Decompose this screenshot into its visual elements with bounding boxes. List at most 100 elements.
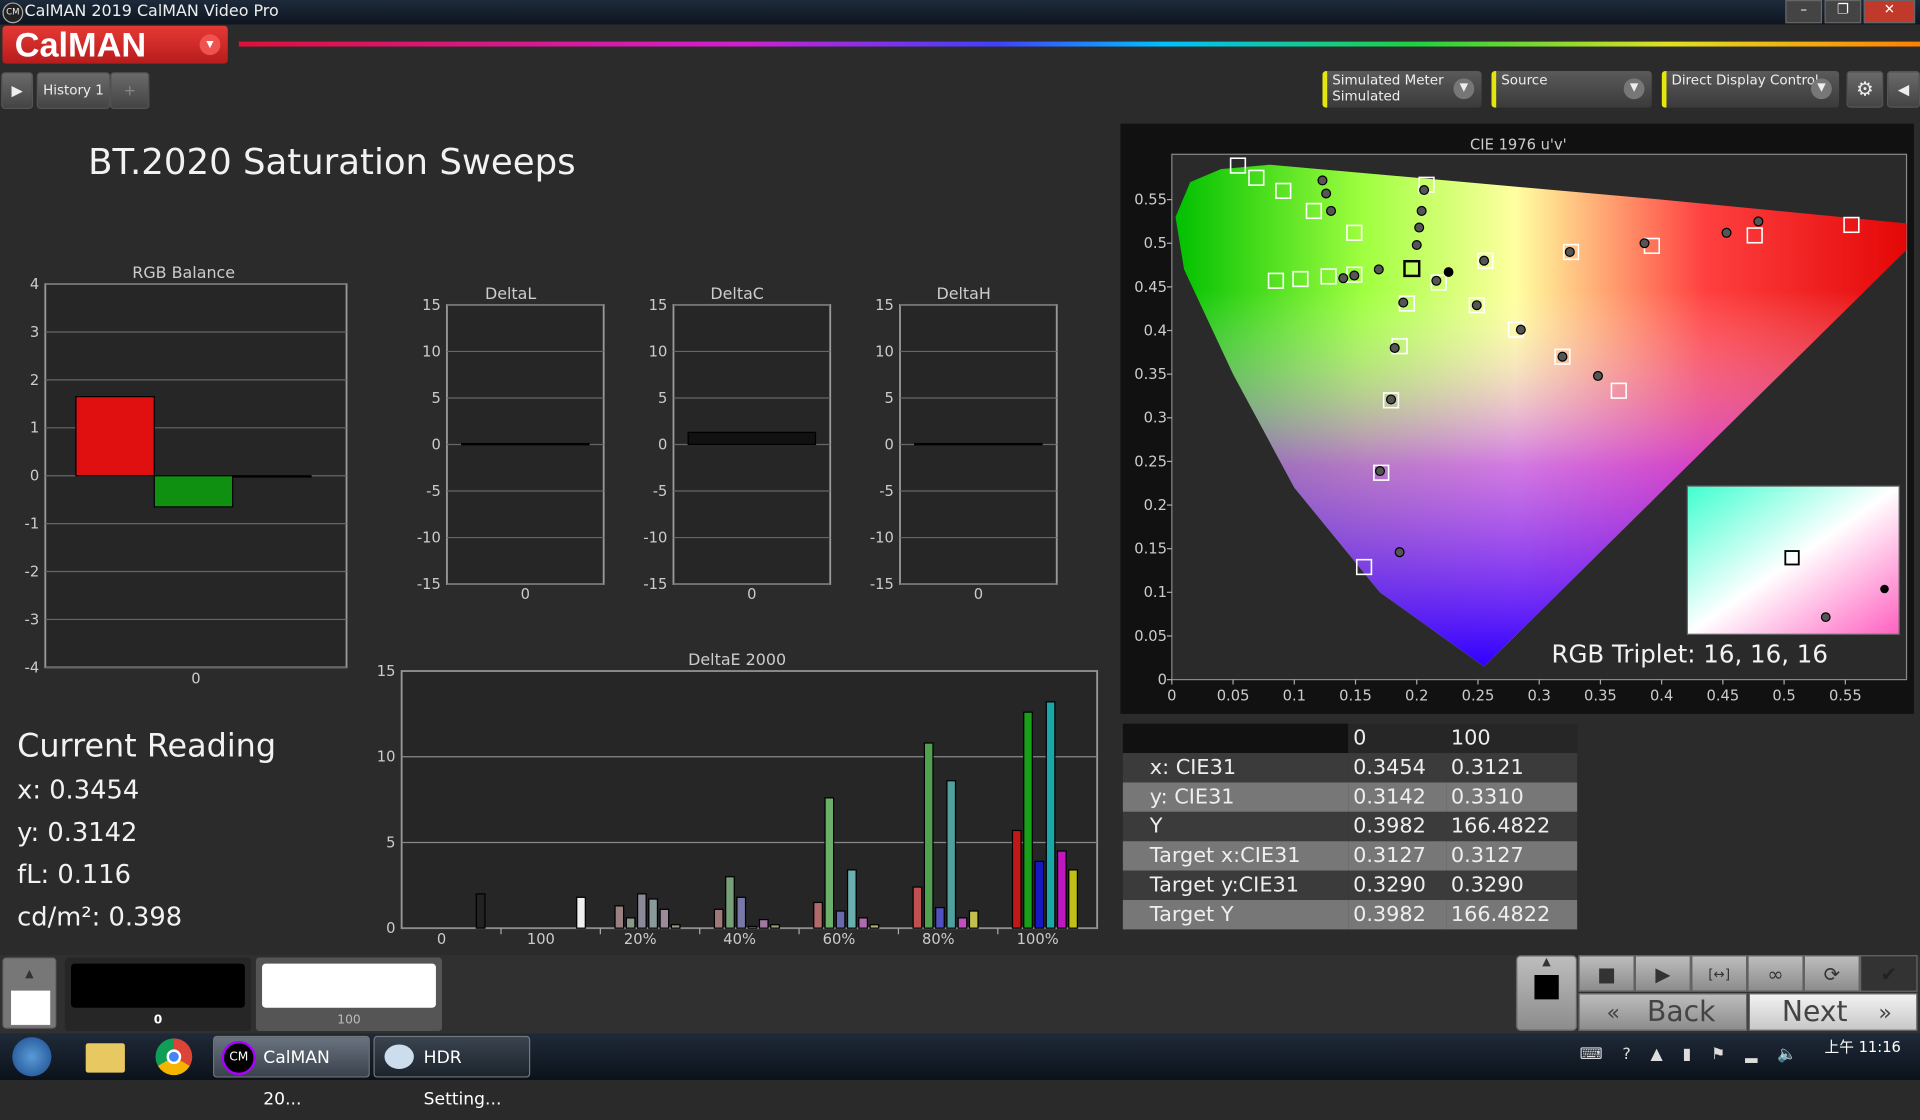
display-control-select[interactable]: Direct Display Control ▼ — [1661, 71, 1840, 108]
delta-bar — [914, 442, 1043, 446]
y-tick-label: 5 — [885, 390, 894, 407]
y-tick-label: 0 — [386, 920, 395, 937]
source-select[interactable]: Source ▼ — [1491, 71, 1652, 108]
table-cell: y: CIE31 — [1122, 782, 1349, 812]
x-tick-label: 0 — [437, 931, 446, 948]
chevron-down-icon: ▼ — [1811, 78, 1832, 100]
deltae-bar — [736, 896, 747, 929]
y-tick-label: 0 — [885, 436, 894, 453]
measured-point — [1639, 238, 1650, 249]
deltae-bar — [758, 918, 769, 929]
y-tick-label: 0.3 — [1144, 410, 1167, 427]
play-button[interactable]: ▶ — [1634, 955, 1692, 992]
next-button[interactable]: Next » — [1748, 993, 1918, 1032]
x-tick-label: 0.05 — [1217, 687, 1250, 704]
fit-button[interactable]: [↔] — [1691, 955, 1748, 992]
chrome-icon[interactable] — [155, 1038, 193, 1076]
measured-point — [1557, 351, 1568, 362]
x-tick-label: 100 — [527, 931, 555, 948]
file-explorer-icon[interactable] — [85, 1043, 125, 1073]
measured-point — [1386, 394, 1397, 405]
measured-point — [1321, 188, 1332, 199]
taskbar-hdr-label: HDR Setting... — [423, 1048, 502, 1110]
y-tick-label: 2 — [30, 372, 39, 389]
table-cell: Target y:CIE31 — [1122, 870, 1349, 901]
table-header: 0 100 — [1122, 723, 1578, 754]
clock[interactable]: 上午 11:16 — [1825, 1036, 1901, 1057]
table-cell: 0.3454 — [1348, 753, 1446, 783]
system-tray[interactable]: ⌨ ? ▲ ▮ ⚑ ▂ 🔈 — [1580, 1046, 1825, 1068]
deltae-title: DeltaE 2000 — [688, 650, 786, 669]
x-tick-label: 80% — [922, 931, 955, 948]
deltae-bar — [912, 886, 923, 929]
y-tick-label: 15 — [377, 663, 396, 680]
taskbar-calman[interactable]: CM CalMAN 20... — [213, 1035, 370, 1109]
measured-point — [1317, 175, 1328, 186]
deltae-bar — [770, 924, 780, 929]
y-tick-label: -10 — [870, 529, 894, 546]
y-tick-label: 10 — [649, 343, 668, 360]
patch-100[interactable]: 100 — [255, 957, 443, 1032]
loop-button[interactable]: ∞ — [1747, 955, 1804, 992]
settings-gear-icon[interactable]: ⚙ — [1846, 71, 1884, 108]
taskbar: CM CalMAN 20... HDR Setting... ⌨ ? ▲ ▮ ⚑ … — [0, 1033, 1920, 1109]
deltae-plot — [400, 670, 1099, 930]
deltae-bar — [713, 908, 724, 929]
y-tick-label: 15 — [422, 297, 441, 314]
table-cell: 0.3310 — [1445, 782, 1578, 812]
deltae-bar — [1068, 869, 1078, 929]
deltae-bar — [957, 917, 968, 929]
x-tick-label: 0.1 — [1283, 687, 1306, 704]
check-button[interactable]: ✔ — [1860, 955, 1918, 992]
display-label: Direct Display Control — [1671, 72, 1819, 89]
patch-swatch — [11, 990, 51, 1025]
y-tick-label: 0.55 — [1134, 192, 1167, 209]
table-cell: 0.3142 — [1348, 782, 1446, 812]
close-button[interactable]: ✕ — [1863, 0, 1916, 24]
x-tick-label: 20% — [624, 931, 657, 948]
y-tick-label: -5 — [879, 483, 894, 500]
patch-0-label: 0 — [153, 1013, 163, 1028]
x-tick-label: 60% — [823, 931, 856, 948]
meter-select[interactable]: Simulated Meter Simulated ▼ — [1322, 71, 1482, 108]
column-header: 0 — [1348, 723, 1446, 754]
start-button[interactable] — [12, 1037, 52, 1077]
measured-point — [1416, 205, 1427, 216]
deltae-bar — [923, 742, 934, 929]
patch-0-swatch — [71, 963, 245, 1008]
patch-preview[interactable]: ▲ — [2, 957, 57, 1029]
measured-point — [1414, 222, 1425, 233]
y-tick-label: -10 — [417, 529, 441, 546]
y-tick-label: -15 — [417, 576, 441, 593]
x-tick-label: 0 — [1167, 687, 1176, 704]
deltae-bar — [670, 924, 681, 929]
stop-button[interactable]: ■ — [1578, 955, 1635, 992]
deltae-bar — [813, 901, 823, 929]
measured-point — [1721, 227, 1732, 238]
minimize-button[interactable]: – — [1785, 0, 1823, 24]
table-cell: Target x:CIE31 — [1122, 841, 1349, 871]
x-tick-label: 0.55 — [1829, 687, 1862, 704]
refresh-button[interactable]: ⟳ — [1803, 955, 1861, 992]
y-tick-label: -15 — [643, 576, 667, 593]
app-window: CM CalMAN 2019 CalMAN Video Pro – ❐ ✕ Ca… — [0, 0, 1920, 1109]
next-label: Next — [1781, 996, 1848, 1029]
taskbar-calman-label: CalMAN 20... — [263, 1048, 330, 1110]
taskbar-hdr-settings[interactable]: HDR Setting... — [373, 1035, 531, 1109]
x-tick-label: 0.4 — [1650, 687, 1673, 704]
delta-chart-title: DeltaH — [936, 284, 990, 303]
maximize-button[interactable]: ❐ — [1824, 0, 1862, 24]
table-row: y: CIE31 0.3142 0.3310 — [1122, 782, 1578, 812]
y-tick-label: -10 — [643, 529, 667, 546]
measured-point — [1411, 239, 1422, 251]
y-tick-label: 5 — [658, 390, 667, 407]
stop-sequence-button[interactable]: ▲ ■ — [1515, 955, 1578, 1032]
y-tick-label: 0.1 — [1144, 584, 1167, 601]
collapse-panel-button[interactable]: ◀ — [1886, 71, 1920, 108]
y-tick-label: -3 — [25, 611, 40, 628]
zoom-inset — [1686, 485, 1900, 635]
patch-0[interactable]: 0 — [64, 957, 252, 1032]
back-button[interactable]: « Back — [1578, 993, 1748, 1032]
deltae-bar — [475, 893, 486, 929]
reading-cdm2: cd/m²: 0.398 — [17, 901, 183, 932]
